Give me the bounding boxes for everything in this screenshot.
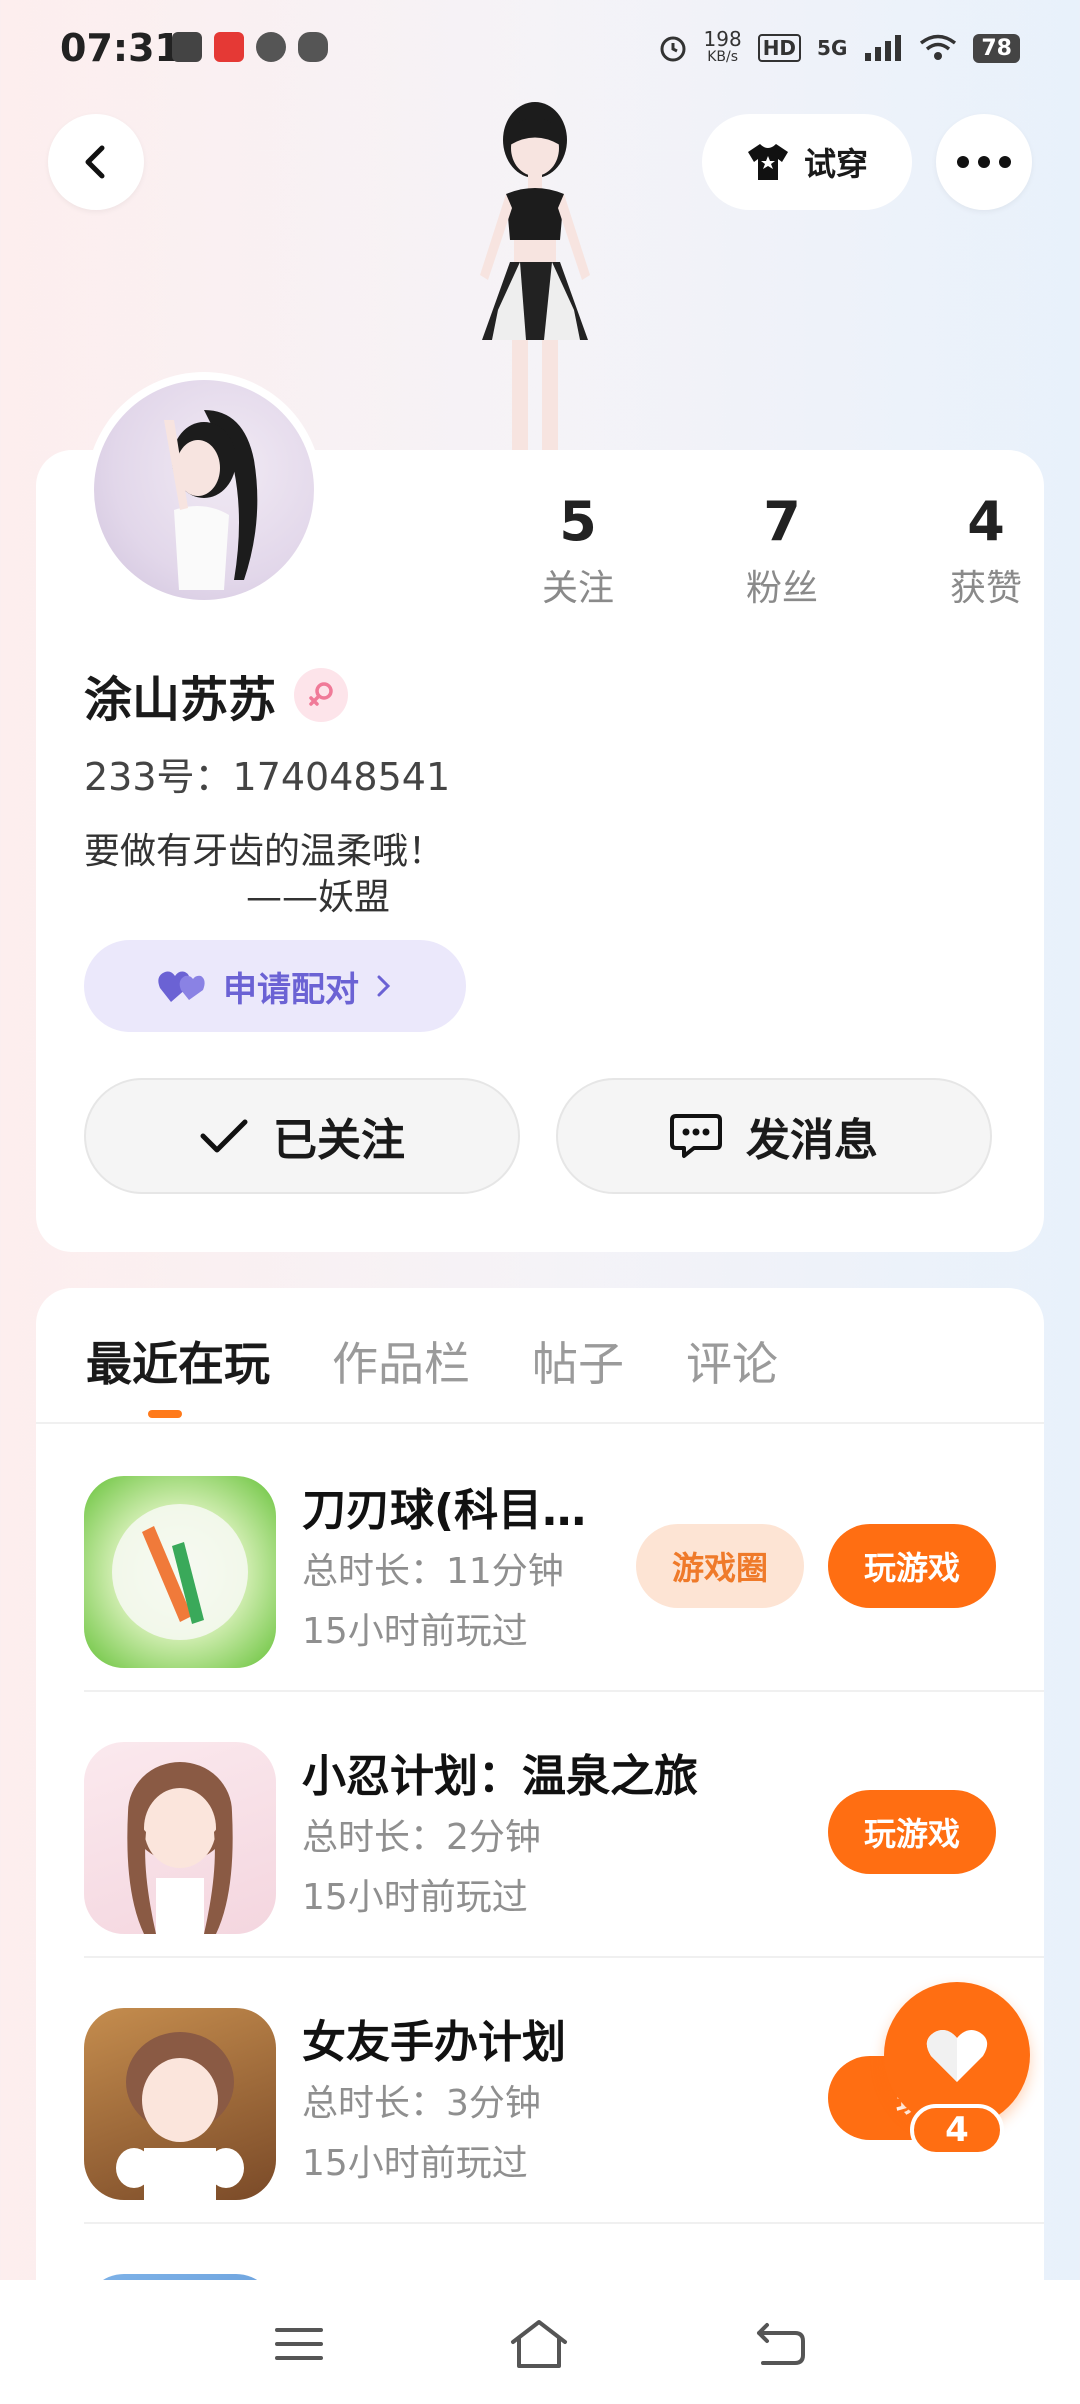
followed-label: 已关注	[273, 1115, 405, 1166]
tabs-divider	[36, 1422, 1044, 1424]
game-duration: 总时长：11分钟	[302, 1551, 564, 1592]
try-on-label: 试穿	[803, 145, 868, 183]
apply-pair-button[interactable]: 申请配对	[84, 940, 466, 1032]
profile-card: 5 关注 7 粉丝 4 获赞 涂山苏苏 233号：174048541 要做有牙齿…	[36, 372, 1044, 1252]
game-icon-art	[112, 1504, 248, 1640]
nav-back-button[interactable]	[736, 2306, 826, 2382]
tab-bar: 最近在玩 作品栏 帖子 评论	[86, 1328, 778, 1394]
game-duration: 总时长：3分钟	[302, 2083, 541, 2124]
avatar-3d-figure[interactable]	[440, 90, 630, 460]
game-icon-art	[116, 2032, 244, 2200]
stat-likes-label: 获赞	[949, 568, 1022, 609]
more-button[interactable]	[936, 114, 1032, 210]
profile-stats: 5 关注 7 粉丝 4 获赞	[476, 490, 1080, 611]
avatar[interactable]	[86, 372, 322, 608]
avatar-image	[94, 380, 314, 600]
game-icon	[84, 1476, 276, 1668]
stat-followers-value: 7	[763, 490, 801, 553]
chevron-right-icon	[377, 975, 391, 997]
back-button[interactable]	[48, 114, 144, 210]
active-tab-indicator	[148, 1410, 182, 1418]
tab-recently-played[interactable]: 最近在玩	[86, 1328, 270, 1394]
stat-likes-value: 4	[967, 490, 1005, 553]
game-title: 刀刃球(科目…	[302, 1485, 587, 1536]
play-game-button[interactable]: 玩游戏	[828, 1790, 996, 1874]
game-icon-art	[127, 1762, 233, 1934]
chevron-left-icon	[85, 145, 105, 179]
game-icon	[84, 1742, 276, 1934]
user-name: 涂山苏苏	[84, 672, 277, 728]
heart-icon	[926, 2030, 988, 2082]
game-icon	[84, 2008, 276, 2200]
game-row[interactable]: 小忍计划：温泉之旅 总时长：2分钟 15小时前玩过 玩游戏	[84, 1692, 1044, 1958]
game-circle-button[interactable]: 游戏圈	[636, 1524, 804, 1608]
game-last-played: 15小时前玩过	[302, 2143, 528, 2184]
followed-button[interactable]: 已关注	[84, 1078, 520, 1194]
stat-following-label: 关注	[541, 568, 614, 609]
apply-pair-label: 申请配对	[223, 969, 359, 1010]
double-heart-icon	[158, 971, 205, 1002]
menu-icon	[275, 2328, 323, 2360]
stat-likes[interactable]: 4 获赞	[884, 490, 1080, 611]
gender-badge	[294, 668, 349, 722]
bio-line-1: 要做有牙齿的温柔哦！	[84, 831, 445, 872]
more-dots-icon	[957, 156, 1011, 168]
check-icon	[200, 1119, 248, 1153]
tab-comments[interactable]: 评论	[686, 1328, 778, 1394]
tshirt-icon	[747, 144, 788, 180]
game-duration: 总时长：2分钟	[302, 1817, 541, 1858]
back-arrow-icon	[757, 2323, 805, 2365]
name-row: 涂山苏苏	[84, 660, 349, 730]
system-nav-bar	[0, 2280, 1080, 2404]
stat-followers-label: 粉丝	[745, 568, 818, 609]
nav-home-button[interactable]	[494, 2306, 584, 2382]
stat-following-value: 5	[559, 490, 597, 553]
game-row[interactable]: 刀刃球(科目… 总时长：11分钟 15小时前玩过 游戏圈 玩游戏	[84, 1426, 1044, 1692]
home-icon	[511, 2320, 567, 2368]
like-count: 4	[910, 2104, 1004, 2156]
bio-line-2: ——妖盟	[246, 877, 391, 918]
tab-posts[interactable]: 帖子	[532, 1328, 624, 1394]
play-game-button[interactable]: 玩游戏	[828, 1524, 996, 1608]
content-card: 最近在玩 作品栏 帖子 评论 刀刃球(科目… 总时长：11分钟 15小时前玩过 …	[36, 1288, 1044, 2328]
game-title: 小忍计划：温泉之旅	[302, 1751, 698, 1802]
game-title: 女友手办计划	[302, 2017, 566, 2068]
try-on-button[interactable]: 试穿	[702, 114, 912, 210]
stat-followers[interactable]: 7 粉丝	[680, 490, 884, 611]
avatar-illustration	[164, 410, 258, 590]
game-last-played: 15小时前玩过	[302, 1611, 528, 1652]
send-message-button[interactable]: 发消息	[556, 1078, 992, 1194]
stat-following[interactable]: 5 关注	[476, 490, 680, 611]
game-last-played: 15小时前玩过	[302, 1877, 528, 1918]
nav-menu-button[interactable]	[254, 2306, 344, 2382]
female-icon	[309, 682, 333, 706]
chat-bubble-icon	[670, 1114, 722, 1158]
tab-works[interactable]: 作品栏	[332, 1328, 470, 1394]
user-id: 233号：174048541	[84, 755, 451, 799]
send-message-label: 发消息	[746, 1115, 878, 1166]
